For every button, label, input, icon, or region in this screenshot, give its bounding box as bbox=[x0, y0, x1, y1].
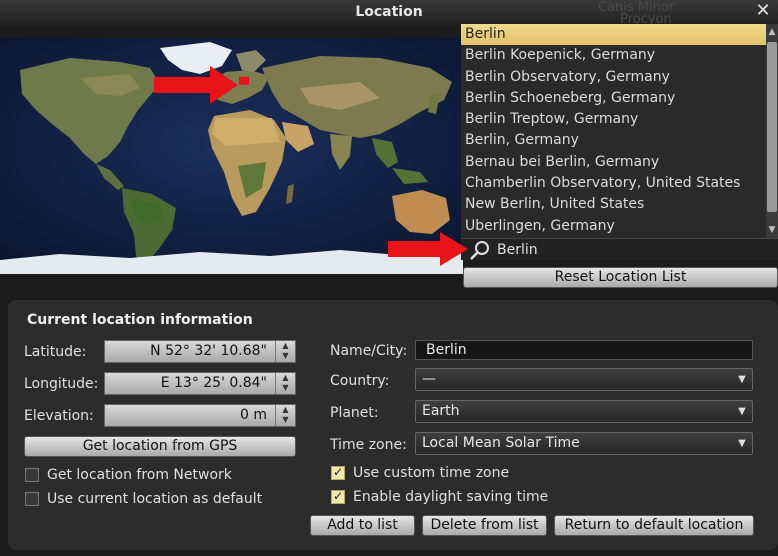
title-bar[interactable]: Canis Minor Procyon Location ✕ bbox=[0, 0, 778, 27]
longitude-label: Longitude: bbox=[24, 376, 99, 392]
city-list-item[interactable]: Chamberlin Observatory, United States bbox=[461, 173, 766, 194]
latitude-spinbox[interactable]: N 52° 32' 10.68" ▲ ▼ bbox=[104, 340, 296, 363]
section-title: Current location information bbox=[27, 312, 253, 328]
city-list-item[interactable]: Berlin Schoeneberg, Germany bbox=[461, 88, 766, 109]
latitude-value: N 52° 32' 10.68" bbox=[150, 343, 267, 359]
longitude-spinbox[interactable]: E 13° 25' 0.84" ▲ ▼ bbox=[104, 372, 296, 395]
name-city-label: Name/City: bbox=[330, 343, 408, 359]
network-checkbox[interactable] bbox=[25, 468, 39, 482]
longitude-decrement-icon[interactable]: ▼ bbox=[276, 383, 295, 393]
city-list-item[interactable]: Uberlingen, Germany bbox=[461, 216, 766, 237]
city-list-item[interactable]: Berlin Treptow, Germany bbox=[461, 109, 766, 130]
planet-value: Earth bbox=[422, 403, 460, 419]
get-location-gps-button[interactable]: Get location from GPS bbox=[24, 436, 296, 457]
time-zone-value: Local Mean Solar Time bbox=[422, 435, 580, 451]
reset-location-list-button[interactable]: Reset Location List bbox=[463, 267, 778, 288]
name-city-input[interactable] bbox=[415, 340, 753, 360]
country-label: Country: bbox=[330, 373, 390, 389]
latitude-decrement-icon[interactable]: ▼ bbox=[276, 351, 295, 361]
annotation-arrow-map bbox=[154, 66, 238, 104]
longitude-increment-icon[interactable]: ▲ bbox=[276, 373, 295, 383]
city-list-item[interactable]: Berlin Koepenick, Germany bbox=[461, 45, 766, 66]
elevation-increment-icon[interactable]: ▲ bbox=[276, 405, 295, 415]
chevron-down-icon: ▼ bbox=[738, 406, 746, 417]
city-marker bbox=[239, 77, 249, 85]
scroll-thumb[interactable] bbox=[767, 42, 777, 212]
chevron-down-icon: ▼ bbox=[738, 374, 746, 385]
planet-label: Planet: bbox=[330, 405, 379, 421]
return-default-location-button[interactable]: Return to default location bbox=[554, 515, 754, 536]
elevation-label: Elevation: bbox=[24, 408, 94, 424]
elevation-spinbox[interactable]: 0 m ▲ ▼ bbox=[104, 404, 296, 427]
delete-from-list-button[interactable]: Delete from list bbox=[422, 515, 547, 536]
window-title: Location bbox=[355, 4, 423, 20]
latitude-increment-icon[interactable]: ▲ bbox=[276, 341, 295, 351]
custom-time-zone-checkbox[interactable]: ✓ bbox=[331, 465, 345, 480]
search-icon bbox=[470, 241, 489, 260]
add-to-list-button[interactable]: Add to list bbox=[310, 515, 415, 536]
city-search-input[interactable] bbox=[497, 239, 767, 260]
default-location-checkbox-label: Use current location as default bbox=[47, 491, 263, 507]
scroll-up-icon[interactable]: ▲ bbox=[766, 24, 778, 40]
longitude-value: E 13° 25' 0.84" bbox=[160, 375, 267, 391]
city-list-scrollbar[interactable]: ▲ ▼ bbox=[766, 24, 778, 238]
annotation-arrow-search bbox=[388, 232, 468, 266]
country-combobox[interactable]: — ▼ bbox=[415, 368, 753, 391]
latitude-label: Latitude: bbox=[24, 344, 87, 360]
time-zone-combobox[interactable]: Local Mean Solar Time ▼ bbox=[415, 432, 753, 455]
default-location-checkbox[interactable] bbox=[25, 492, 39, 506]
elevation-decrement-icon[interactable]: ▼ bbox=[276, 415, 295, 425]
network-checkbox-label: Get location from Network bbox=[47, 467, 232, 483]
planet-combobox[interactable]: Earth ▼ bbox=[415, 400, 753, 423]
city-list-item[interactable]: Berlin bbox=[461, 24, 766, 46]
time-zone-label: Time zone: bbox=[330, 437, 407, 453]
city-list-item[interactable]: Bernau bei Berlin, Germany bbox=[461, 152, 766, 173]
checkmark-icon: ✓ bbox=[333, 465, 344, 479]
city-list-item[interactable]: Berlin Observatory, Germany bbox=[461, 67, 766, 88]
location-dialog: Canis Minor Procyon Location ✕ Berlin Be… bbox=[0, 0, 778, 556]
city-search-box bbox=[461, 238, 778, 260]
daylight-saving-label: Enable daylight saving time bbox=[353, 489, 549, 505]
daylight-saving-checkbox[interactable]: ✓ bbox=[331, 489, 345, 504]
custom-time-zone-label: Use custom time zone bbox=[353, 465, 510, 481]
city-list-item[interactable]: Berlin, Germany bbox=[461, 130, 766, 151]
city-list-item[interactable]: New Berlin, United States bbox=[461, 194, 766, 215]
scroll-down-icon[interactable]: ▼ bbox=[766, 222, 778, 238]
city-list[interactable]: Berlin Berlin Koepenick, Germany Berlin … bbox=[461, 24, 766, 238]
country-value: — bbox=[422, 371, 436, 387]
elevation-value: 0 m bbox=[240, 407, 267, 423]
checkmark-icon: ✓ bbox=[333, 489, 344, 503]
chevron-down-icon: ▼ bbox=[738, 438, 746, 449]
close-icon[interactable]: ✕ bbox=[754, 2, 772, 20]
